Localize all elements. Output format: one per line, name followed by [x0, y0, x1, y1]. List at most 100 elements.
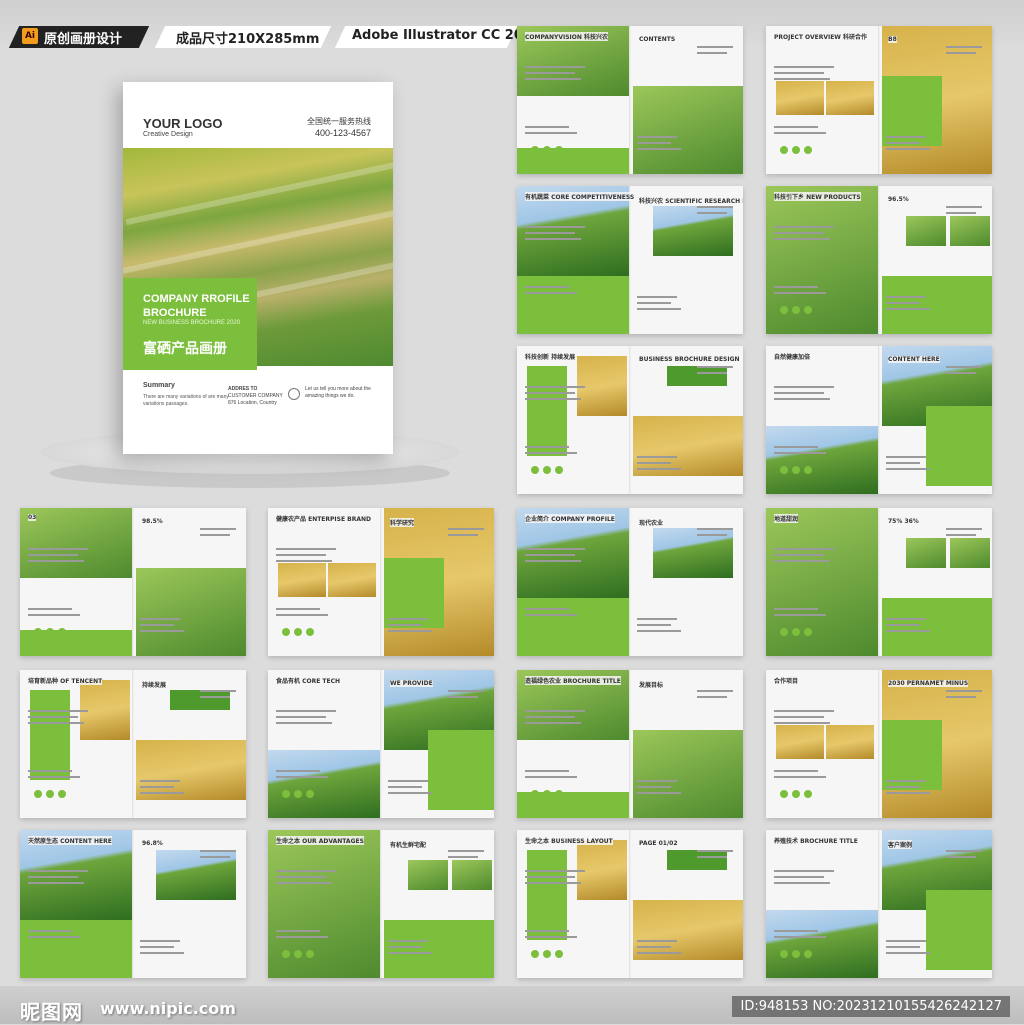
watermark-logo: 昵图网: [20, 1000, 83, 1024]
text-placeholder-line: [525, 72, 575, 74]
text-placeholder-line: [525, 608, 569, 610]
text-placeholder-line: [200, 856, 230, 858]
text-placeholder-line: [140, 952, 184, 954]
spread-heading: 天然原生态 CONTENT HERE: [28, 836, 112, 845]
text-placeholder-line: [886, 618, 926, 620]
green-dot-icon: [531, 146, 539, 154]
text-placeholder-line: [697, 206, 733, 208]
spread-green-panel: [527, 366, 567, 456]
cover-summary-label: Summary: [143, 382, 175, 389]
green-dot-icon: [555, 950, 563, 958]
green-dot-icon: [780, 628, 788, 636]
green-dot-icon: [792, 306, 800, 314]
illustrator-icon: Ai: [22, 28, 38, 44]
text-placeholder-line: [525, 292, 577, 294]
text-placeholder-line: [525, 446, 569, 448]
text-placeholder-line: [525, 870, 585, 872]
text-placeholder-line: [525, 710, 585, 712]
text-placeholder-line: [774, 72, 824, 74]
text-placeholder-line: [525, 386, 585, 388]
spread-photo: [136, 740, 246, 800]
spread-green-panel: [384, 920, 494, 978]
spread-fold: [629, 830, 631, 978]
text-placeholder-line: [774, 238, 830, 240]
text-placeholder-line: [637, 624, 671, 626]
text-placeholder-line: [774, 876, 824, 878]
cover-hotline-number: 400-123-4567: [314, 128, 371, 138]
text-placeholder-line: [276, 870, 336, 872]
text-placeholder-line: [28, 776, 80, 778]
text-placeholder-line: [200, 850, 236, 852]
green-dot-icon: [58, 790, 66, 798]
text-placeholder-line: [886, 142, 920, 144]
green-dot-icon: [792, 950, 800, 958]
text-placeholder-line: [697, 372, 727, 374]
text-placeholder-line: [886, 296, 926, 298]
tab-design: 原创画册设计: [44, 32, 123, 47]
text-placeholder-line: [28, 710, 88, 712]
green-dot-icon: [34, 950, 42, 958]
text-placeholder-line: [697, 366, 733, 368]
text-placeholder-line: [200, 534, 230, 536]
spread-fold: [132, 670, 134, 818]
green-dot-icon: [46, 950, 54, 958]
text-placeholder-line: [276, 710, 336, 712]
text-placeholder-line: [388, 618, 428, 620]
green-dot-icon: [58, 628, 66, 636]
text-placeholder-line: [774, 614, 826, 616]
green-dot-icon: [804, 790, 812, 798]
green-dot-icon: [792, 628, 800, 636]
text-placeholder-line: [448, 856, 478, 858]
spread-heading: 自然健康加倍: [774, 352, 811, 361]
text-placeholder-line: [697, 534, 727, 536]
green-dot-icon: [555, 790, 563, 798]
text-placeholder-line: [637, 136, 677, 138]
text-placeholder-line: [697, 52, 727, 54]
text-placeholder-line: [774, 446, 818, 448]
text-placeholder-line: [774, 608, 818, 610]
text-placeholder-line: [525, 554, 575, 556]
text-placeholder-line: [886, 946, 920, 948]
green-dot-icon: [792, 466, 800, 474]
spread-subheading: BUSINESS BROCHURE DESIGN: [639, 356, 740, 363]
spread-subheading: CONTENTS: [639, 36, 676, 43]
text-placeholder-line: [276, 936, 328, 938]
text-placeholder-line: [774, 286, 818, 288]
cover-logo: YOUR LOGO: [143, 116, 223, 131]
spread-photo: [633, 416, 743, 476]
text-placeholder-line: [388, 780, 428, 782]
spread-green-panel: [667, 850, 727, 870]
image-id: ID:948153 NO:20231210155426242127: [732, 996, 1010, 1017]
text-placeholder-line: [637, 786, 671, 788]
text-placeholder-line: [525, 286, 569, 288]
spread-green-panel: [517, 276, 629, 334]
green-dot-icon: [555, 466, 563, 474]
text-placeholder-line: [697, 850, 733, 852]
cover-subtitle: NEW BUSINESS BROCHURE 2020: [143, 320, 241, 326]
spread-heading: 地道甜润: [774, 514, 799, 523]
spread-photo: [136, 568, 246, 656]
text-placeholder-line: [200, 690, 236, 692]
text-placeholder-line: [28, 870, 88, 872]
text-placeholder-line: [140, 624, 174, 626]
text-placeholder-line: [946, 850, 982, 852]
spread-heading: PROJECT OVERVIEW 科研合作: [774, 32, 868, 41]
text-placeholder-line: [28, 608, 72, 610]
text-placeholder-line: [525, 126, 569, 128]
text-placeholder-line: [774, 554, 824, 556]
green-dot-icon: [306, 628, 314, 636]
spread-fold: [629, 346, 631, 494]
text-placeholder-line: [28, 722, 84, 724]
spread-fold: [878, 508, 880, 656]
text-placeholder-line: [637, 468, 681, 470]
spread-heading: 有机蔬菜 CORE COMPETITIVENESS: [525, 192, 635, 201]
spread-green-panel: [527, 850, 567, 940]
spread-fold: [878, 830, 880, 978]
green-dot-icon: [543, 950, 551, 958]
text-placeholder-line: [637, 148, 681, 150]
green-dot-icon: [306, 950, 314, 958]
green-dot-icon: [543, 466, 551, 474]
spread-photo: [408, 860, 448, 890]
green-dot-icon: [306, 790, 314, 798]
text-placeholder-line: [28, 882, 84, 884]
